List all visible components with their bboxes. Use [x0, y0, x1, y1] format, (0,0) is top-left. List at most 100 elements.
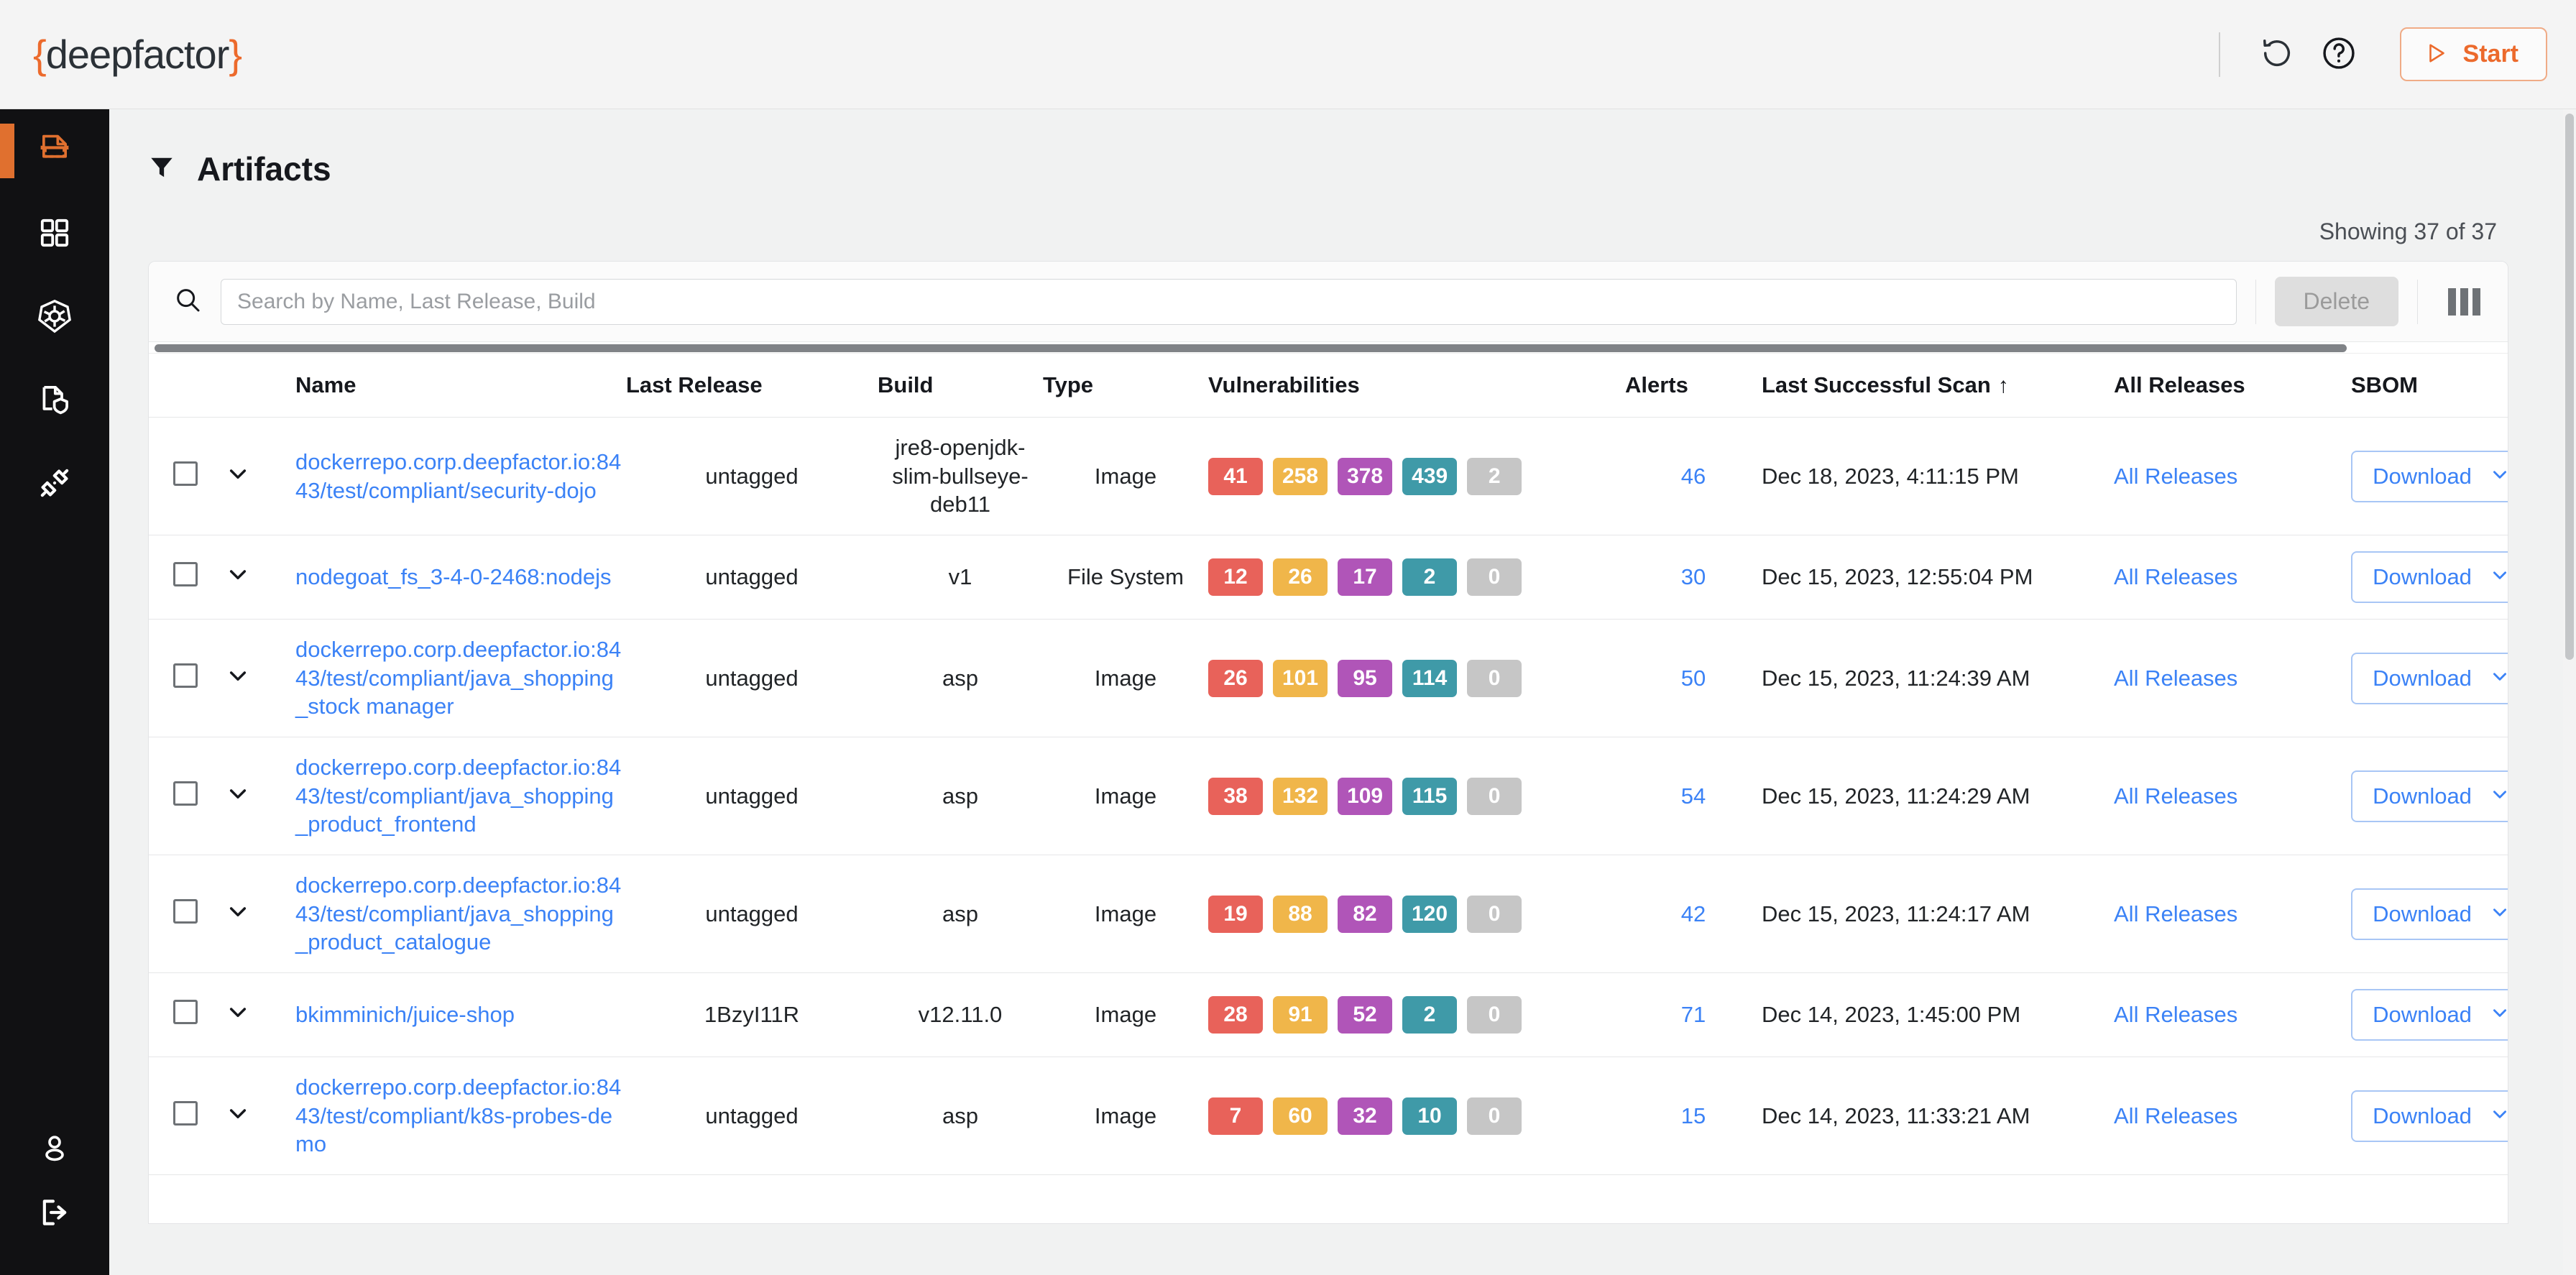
all-releases-link[interactable]: All Releases — [2114, 564, 2237, 589]
badge-critical[interactable]: 19 — [1208, 895, 1263, 933]
badge-high[interactable]: 132 — [1273, 777, 1328, 815]
table-row[interactable]: dockerrepo.corp.deepfactor.io:8443/test/… — [149, 1057, 2508, 1176]
download-sbom-button[interactable]: Download — [2351, 770, 2508, 822]
column-settings-button[interactable] — [2437, 281, 2492, 323]
badge-medium[interactable]: 32 — [1338, 1097, 1392, 1135]
row-checkbox[interactable] — [173, 781, 198, 806]
all-releases-link[interactable]: All Releases — [2114, 1103, 2237, 1128]
badge-low[interactable]: 2 — [1402, 558, 1457, 597]
all-releases-link[interactable]: All Releases — [2114, 1002, 2237, 1027]
artifact-name-link[interactable]: dockerrepo.corp.deepfactor.io:8443/test/… — [295, 637, 621, 719]
badge-high[interactable]: 101 — [1273, 659, 1328, 697]
row-checkbox[interactable] — [173, 1100, 198, 1126]
table-horizontal-scrollbar[interactable] — [149, 342, 2508, 354]
badge-none[interactable]: 0 — [1467, 777, 1522, 815]
badge-medium[interactable]: 52 — [1338, 996, 1392, 1034]
badge-low[interactable]: 10 — [1402, 1097, 1457, 1135]
search-input[interactable] — [221, 278, 2237, 325]
sidebar-item-compliance[interactable] — [0, 359, 109, 443]
badge-none[interactable]: 0 — [1467, 1097, 1522, 1135]
refresh-button[interactable] — [2246, 24, 2308, 86]
row-checkbox[interactable] — [173, 461, 198, 486]
badge-low[interactable]: 2 — [1402, 996, 1457, 1034]
row-checkbox[interactable] — [173, 898, 198, 924]
artifact-name-link[interactable]: dockerrepo.corp.deepfactor.io:8443/test/… — [295, 449, 621, 503]
column-header-name[interactable]: Name — [295, 354, 626, 418]
sidebar-item-dashboard[interactable] — [0, 193, 109, 276]
row-checkbox[interactable] — [173, 562, 198, 587]
app-logo[interactable]: {deepfactor} — [33, 31, 242, 78]
alerts-link[interactable]: 54 — [1681, 783, 1706, 809]
column-header-last-successful-scan[interactable]: Last Successful Scan ↑ — [1762, 354, 2114, 418]
badge-medium[interactable]: 17 — [1338, 558, 1392, 597]
badge-low[interactable]: 120 — [1402, 895, 1458, 933]
badge-medium[interactable]: 109 — [1338, 777, 1393, 815]
sidebar-item-logout[interactable] — [0, 1192, 109, 1275]
sidebar-item-integrations[interactable] — [0, 443, 109, 526]
download-sbom-button[interactable]: Download — [2351, 551, 2508, 604]
chevron-down-icon[interactable] — [226, 1102, 249, 1125]
table-row[interactable]: dockerrepo.corp.deepfactor.io:8443/test/… — [149, 619, 2508, 738]
table-row[interactable]: dockerrepo.corp.deepfactor.io:8443/test/… — [149, 737, 2508, 856]
download-sbom-button[interactable]: Download — [2351, 450, 2508, 502]
download-sbom-button[interactable]: Download — [2351, 888, 2508, 940]
badge-none[interactable]: 0 — [1467, 659, 1522, 697]
artifact-name-link[interactable]: bkimminich/juice-shop — [295, 1002, 515, 1027]
sidebar-item-kubernetes[interactable] — [0, 276, 109, 359]
page-vertical-scrollbar[interactable] — [2563, 109, 2576, 1275]
column-header-last-release[interactable]: Last Release — [626, 354, 878, 418]
badge-critical[interactable]: 26 — [1208, 659, 1263, 697]
badge-critical[interactable]: 7 — [1208, 1097, 1263, 1135]
table-row[interactable]: dockerrepo.corp.deepfactor.io:8443/test/… — [149, 855, 2508, 974]
column-header-vulnerabilities[interactable]: Vulnerabilities — [1208, 354, 1625, 418]
sidebar-item-user-profile[interactable] — [0, 1108, 109, 1192]
badge-high[interactable]: 91 — [1273, 996, 1328, 1034]
all-releases-link[interactable]: All Releases — [2114, 464, 2237, 489]
alerts-link[interactable]: 71 — [1681, 1002, 1706, 1027]
badge-high[interactable]: 60 — [1273, 1097, 1328, 1135]
row-checkbox[interactable] — [173, 663, 198, 688]
table-row[interactable]: dockerrepo.corp.deepfactor.io:8443/test/… — [149, 417, 2508, 536]
alerts-link[interactable]: 15 — [1681, 1103, 1706, 1128]
column-header-sbom[interactable]: SBOM — [2351, 354, 2508, 418]
badge-none[interactable]: 2 — [1467, 457, 1522, 495]
artifact-name-link[interactable]: dockerrepo.corp.deepfactor.io:8443/test/… — [295, 873, 621, 954]
download-sbom-button[interactable]: Download — [2351, 989, 2508, 1041]
sidebar-item-artifacts[interactable] — [0, 109, 109, 193]
badge-critical[interactable]: 12 — [1208, 558, 1263, 597]
badge-critical[interactable]: 28 — [1208, 996, 1263, 1034]
badge-critical[interactable]: 38 — [1208, 777, 1263, 815]
badge-none[interactable]: 0 — [1467, 996, 1522, 1034]
alerts-link[interactable]: 30 — [1681, 564, 1706, 589]
alerts-link[interactable]: 42 — [1681, 901, 1706, 926]
badge-none[interactable]: 0 — [1467, 895, 1522, 933]
column-header-type[interactable]: Type — [1043, 354, 1208, 418]
badge-medium[interactable]: 378 — [1338, 457, 1393, 495]
page-vertical-scroll-thumb[interactable] — [2565, 114, 2574, 660]
badge-critical[interactable]: 41 — [1208, 457, 1263, 495]
chevron-down-icon[interactable] — [226, 1000, 249, 1023]
column-header-all-releases[interactable]: All Releases — [2114, 354, 2351, 418]
table-row[interactable]: bkimminich/juice-shop 1BzyI11R v12.11.0 … — [149, 972, 2508, 1058]
row-checkbox[interactable] — [173, 1000, 198, 1025]
table-horizontal-scroll-thumb[interactable] — [155, 344, 2347, 352]
filter-funnel-icon[interactable] — [147, 152, 177, 186]
artifact-name-link[interactable]: nodegoat_fs_3-4-0-2468:nodejs — [295, 564, 612, 589]
chevron-down-icon[interactable] — [226, 900, 249, 923]
badge-medium[interactable]: 95 — [1338, 659, 1393, 697]
artifact-name-link[interactable]: dockerrepo.corp.deepfactor.io:8443/test/… — [295, 1074, 621, 1156]
badge-low[interactable]: 114 — [1402, 659, 1458, 697]
chevron-down-icon[interactable] — [226, 462, 249, 485]
column-header-alerts[interactable]: Alerts — [1625, 354, 1762, 418]
badge-low[interactable]: 115 — [1402, 777, 1458, 815]
all-releases-link[interactable]: All Releases — [2114, 666, 2237, 691]
badge-high[interactable]: 88 — [1273, 895, 1328, 933]
all-releases-link[interactable]: All Releases — [2114, 783, 2237, 809]
chevron-down-icon[interactable] — [226, 563, 249, 586]
badge-medium[interactable]: 82 — [1338, 895, 1392, 933]
column-header-build[interactable]: Build — [878, 354, 1043, 418]
artifact-name-link[interactable]: dockerrepo.corp.deepfactor.io:8443/test/… — [295, 755, 621, 837]
badge-high[interactable]: 26 — [1273, 558, 1328, 597]
chevron-down-icon[interactable] — [226, 664, 249, 687]
alerts-link[interactable]: 46 — [1681, 464, 1706, 489]
